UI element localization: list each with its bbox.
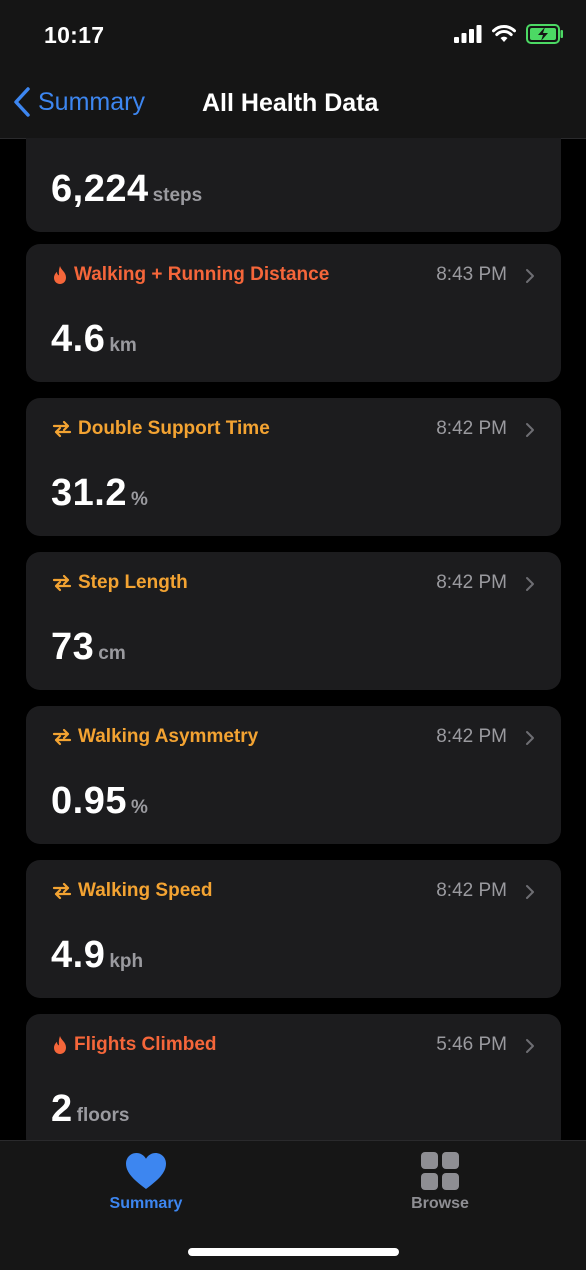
card-value: 4.9 kph	[51, 934, 143, 977]
tab-browse[interactable]: Browse	[380, 1151, 500, 1213]
card-header: Flights Climbed	[52, 1034, 217, 1056]
value-unit: %	[130, 797, 148, 818]
status-bar: 10:17	[0, 0, 586, 70]
page-title: All Health Data	[202, 89, 379, 117]
card-value: 73 cm	[51, 626, 126, 669]
value-number: 31.2	[51, 472, 127, 514]
nav-bar: Summary All Health Data	[0, 70, 586, 139]
value-number: 2	[51, 1088, 73, 1130]
card-time: 8:42 PM	[436, 880, 507, 901]
card-value: 2 floors	[51, 1088, 129, 1131]
flights-climbed-card[interactable]: Flights Climbed 5:46 PM 2 floors	[26, 1014, 561, 1140]
walking-speed-card[interactable]: Walking Speed 8:42 PM 4.9 kph	[26, 860, 561, 998]
value-unit: km	[109, 335, 137, 356]
chevron-right-icon	[526, 577, 534, 591]
value-unit: steps	[152, 185, 203, 206]
steps-card[interactable]: 6,224 steps	[26, 138, 561, 232]
walking-running-distance-card[interactable]: Walking + Running Distance 8:43 PM 4.6 k…	[26, 244, 561, 382]
card-title: Step Length	[78, 572, 188, 593]
grid-icon	[421, 1152, 459, 1190]
card-time: 8:42 PM	[436, 572, 507, 593]
card-time: 8:42 PM	[436, 418, 507, 439]
chevron-right-icon	[526, 269, 534, 283]
card-time: 8:42 PM	[436, 726, 507, 747]
value-number: 0.95	[51, 780, 127, 822]
value-number: 73	[51, 626, 95, 668]
chevron-right-icon	[526, 885, 534, 899]
mobility-arrows-icon	[52, 420, 72, 438]
card-header: Walking Speed	[52, 880, 212, 902]
health-data-list[interactable]: 6,224 steps Walking + Running Distance 8…	[0, 138, 586, 1140]
card-title: Double Support Time	[78, 418, 270, 439]
value-number: 4.6	[51, 318, 106, 360]
card-header: Double Support Time	[52, 418, 270, 440]
value-unit: %	[130, 489, 148, 510]
back-button[interactable]: Summary	[12, 86, 145, 118]
card-value: 6,224 steps	[51, 168, 202, 211]
card-title: Walking Speed	[78, 880, 213, 901]
back-label: Summary	[38, 87, 145, 116]
chevron-right-icon	[526, 1039, 534, 1053]
flame-icon	[54, 266, 66, 284]
card-title: Walking Asymmetry	[78, 726, 259, 747]
card-header: Step Length	[52, 572, 188, 594]
card-time: 8:43 PM	[436, 264, 507, 285]
chevron-right-icon	[526, 731, 534, 745]
card-header: Walking + Running Distance	[52, 264, 329, 286]
value-unit: cm	[98, 643, 126, 664]
card-value: 31.2 %	[51, 472, 148, 515]
home-indicator[interactable]	[188, 1248, 399, 1256]
card-time: 5:46 PM	[436, 1034, 507, 1055]
chevron-left-icon	[14, 87, 30, 117]
value-number: 6,224	[51, 168, 149, 210]
card-value: 4.6 km	[51, 318, 137, 361]
tab-summary[interactable]: Summary	[86, 1151, 206, 1213]
card-header: Walking Asymmetry	[52, 726, 258, 748]
value-number: 4.9	[51, 934, 106, 976]
walking-asymmetry-card[interactable]: Walking Asymmetry 8:42 PM 0.95 %	[26, 706, 561, 844]
step-length-card[interactable]: Step Length 8:42 PM 73 cm	[26, 552, 561, 690]
signal-icon	[454, 25, 482, 43]
double-support-time-card[interactable]: Double Support Time 8:42 PM 31.2 %	[26, 398, 561, 536]
card-title: Walking + Running Distance	[74, 264, 330, 285]
heart-icon	[126, 1153, 166, 1189]
flame-icon	[54, 1036, 66, 1054]
tab-label: Browse	[411, 1195, 469, 1212]
value-unit: floors	[76, 1105, 130, 1126]
card-title: Flights Climbed	[74, 1034, 217, 1055]
card-value: 0.95 %	[51, 780, 148, 823]
status-icons	[454, 24, 564, 44]
mobility-arrows-icon	[52, 728, 72, 746]
status-time: 10:17	[44, 22, 105, 48]
mobility-arrows-icon	[52, 574, 72, 592]
tab-label: Summary	[109, 1195, 183, 1212]
chevron-right-icon	[526, 423, 534, 437]
mobility-arrows-icon	[52, 882, 72, 900]
wifi-icon	[492, 25, 516, 42]
value-unit: kph	[109, 951, 144, 972]
battery-charging-icon	[526, 24, 563, 44]
